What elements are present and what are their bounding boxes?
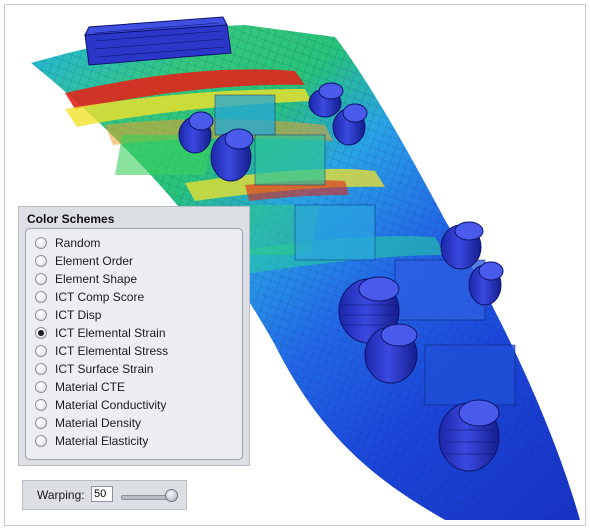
radio-button[interactable] — [35, 273, 47, 285]
scheme-option-material-elasticity[interactable]: Material Elasticity — [35, 433, 148, 449]
radio-button[interactable] — [35, 399, 47, 411]
scheme-option-label: ICT Disp — [55, 308, 102, 322]
color-schemes-options: Random Element Order Element Shape ICT C… — [25, 228, 243, 460]
scheme-option-element-order[interactable]: Element Order — [35, 253, 133, 269]
scheme-option-label: ICT Surface Strain — [55, 362, 154, 376]
scheme-option-label: Material Conductivity — [55, 398, 167, 412]
scheme-option-element-shape[interactable]: Element Shape — [35, 271, 137, 287]
warping-value-input[interactable] — [91, 486, 113, 502]
scheme-option-ict-comp-score[interactable]: ICT Comp Score — [35, 289, 144, 305]
scheme-option-ict-surface-strain[interactable]: ICT Surface Strain — [35, 361, 153, 377]
scheme-option-label: Material CTE — [55, 380, 126, 394]
scheme-option-ict-elemental-stress[interactable]: ICT Elemental Stress — [35, 343, 168, 359]
radio-button[interactable] — [35, 237, 47, 249]
scheme-option-random[interactable]: Random — [35, 235, 100, 251]
scheme-option-label: ICT Elemental Stress — [55, 344, 169, 358]
scheme-option-material-conductivity[interactable]: Material Conductivity — [35, 397, 166, 413]
radio-button[interactable] — [35, 309, 47, 321]
scheme-option-label: Element Shape — [55, 272, 138, 286]
radio-button[interactable] — [35, 435, 47, 447]
scheme-option-label: ICT Comp Score — [55, 290, 145, 304]
scheme-option-label: Material Elasticity — [55, 434, 149, 448]
radio-button[interactable] — [35, 363, 47, 375]
radio-button[interactable] — [35, 381, 47, 393]
radio-button[interactable] — [35, 255, 47, 267]
warping-label: Warping: — [37, 488, 85, 502]
radio-button-selected[interactable] — [35, 327, 47, 339]
scheme-option-material-density[interactable]: Material Density — [35, 415, 141, 431]
scheme-option-label: Element Order — [55, 254, 134, 268]
color-schemes-panel: Color Schemes Random Element Order Eleme… — [18, 206, 250, 466]
radio-button[interactable] — [35, 291, 47, 303]
scheme-option-ict-elemental-strain[interactable]: ICT Elemental Strain — [35, 325, 166, 341]
radio-button[interactable] — [35, 345, 47, 357]
color-schemes-title: Color Schemes — [27, 212, 115, 226]
scheme-option-label: Material Density — [55, 416, 142, 430]
scheme-option-material-cte[interactable]: Material CTE — [35, 379, 125, 395]
warping-slider-thumb[interactable] — [165, 489, 178, 502]
warping-panel: Warping: — [22, 480, 187, 510]
radio-button[interactable] — [35, 417, 47, 429]
scheme-option-ict-disp[interactable]: ICT Disp — [35, 307, 101, 323]
scheme-option-label: ICT Elemental Strain — [55, 326, 166, 340]
scheme-option-label: Random — [55, 236, 101, 250]
